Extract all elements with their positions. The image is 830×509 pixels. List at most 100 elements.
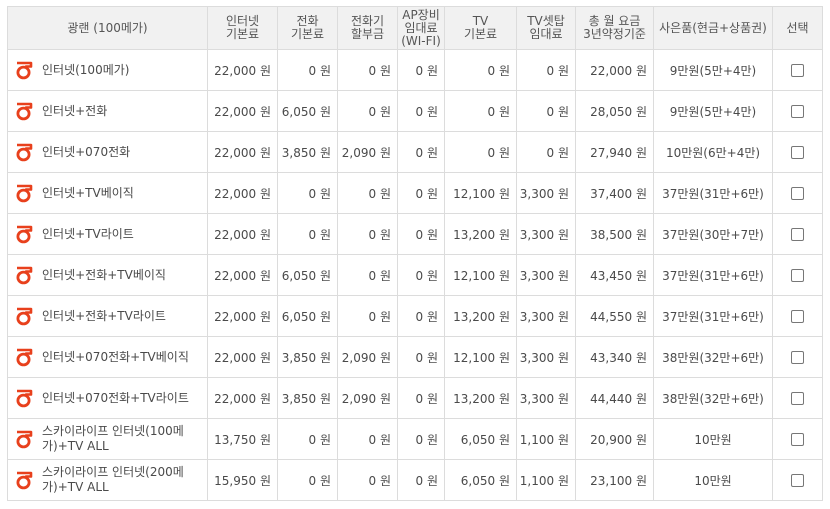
internet-fee-cell: 22,000 원 bbox=[207, 172, 278, 214]
table-row: 인터넷+전화+TV라이트 22,000 원 6,050 원0 원0 원 13,200 … bbox=[7, 295, 823, 337]
tv-fee-cell: 12,100 원 bbox=[444, 172, 517, 214]
internet-fee-cell: 22,000 원 bbox=[207, 131, 278, 173]
plan-name: 스카이라이프 인터넷(100메가)+TV ALL bbox=[42, 424, 184, 453]
plan-name: 인터넷+070전화+TV베이직 bbox=[42, 349, 189, 364]
olleh-logo-icon bbox=[14, 101, 34, 121]
phone-device-fee-cell: 0 원 bbox=[337, 418, 398, 460]
olleh-logo-icon bbox=[14, 60, 34, 80]
tv-fee-cell: 12,100 원 bbox=[444, 254, 517, 296]
select-checkbox[interactable] bbox=[791, 474, 804, 487]
total-fee-cell: 43,340 원 bbox=[575, 336, 654, 378]
plan-name-cell: 인터넷+TV베이직 bbox=[7, 172, 208, 214]
phone-device-fee-cell: 0 원 bbox=[337, 172, 398, 214]
select-checkbox[interactable] bbox=[791, 64, 804, 77]
table-row: 스카이라이프 인터넷(100메가)+TV ALL 13,750 원0 원0 원0 … bbox=[7, 418, 823, 460]
olleh-logo-icon bbox=[16, 143, 33, 162]
select-checkbox[interactable] bbox=[791, 433, 804, 446]
olleh-logo-icon bbox=[16, 184, 33, 203]
ap-fee-cell: 0 원 bbox=[397, 213, 445, 255]
col-header-phone: 전화 기본료 bbox=[277, 6, 338, 50]
plan-name-cell: 인터넷+070전화+TV라이트 bbox=[7, 377, 208, 419]
select-cell bbox=[772, 418, 823, 460]
olleh-logo-icon bbox=[16, 389, 33, 408]
ap-fee-cell: 0 원 bbox=[397, 49, 445, 91]
plan-name-cell: 스카이라이프 인터넷(200메가)+TV ALL bbox=[7, 459, 208, 501]
table-row: 인터넷(100메가) 22,000 원0 원0 원0 원0 원0 원 22,000 … bbox=[7, 49, 823, 91]
total-fee-cell: 37,400 원 bbox=[575, 172, 654, 214]
settop-fee-cell: 0 원 bbox=[516, 90, 576, 132]
olleh-logo-icon bbox=[14, 265, 34, 285]
select-checkbox[interactable] bbox=[791, 392, 804, 405]
settop-fee-cell: 1,100 원 bbox=[516, 459, 576, 501]
olleh-logo-icon bbox=[16, 225, 33, 244]
select-checkbox[interactable] bbox=[791, 187, 804, 200]
plan-comparison-table: 광랜 (100메가) 인터넷 기본료 전화 기본료 전화기 할부금 AP장비 임대료 (W… bbox=[7, 6, 823, 501]
plan-name-cell: 인터넷+070전화 bbox=[7, 131, 208, 173]
ap-fee-cell: 0 원 bbox=[397, 172, 445, 214]
select-cell bbox=[772, 459, 823, 501]
internet-fee-cell: 22,000 원 bbox=[207, 295, 278, 337]
table-row: 인터넷+TV라이트 22,000 원0 원0 원0 원 13,200 원 3,300 … bbox=[7, 213, 823, 255]
olleh-logo-icon bbox=[14, 142, 34, 162]
olleh-logo-icon bbox=[16, 266, 33, 285]
ap-fee-cell: 0 원 bbox=[397, 295, 445, 337]
gift-cell: 37만원(31만+6만) bbox=[653, 254, 773, 296]
gift-cell: 38만원(32만+6만) bbox=[653, 336, 773, 378]
select-checkbox[interactable] bbox=[791, 269, 804, 282]
select-checkbox[interactable] bbox=[791, 351, 804, 364]
tv-fee-cell: 13,200 원 bbox=[444, 377, 517, 419]
olleh-logo-icon bbox=[16, 430, 33, 449]
internet-fee-cell: 22,000 원 bbox=[207, 213, 278, 255]
settop-fee-cell: 3,300 원 bbox=[516, 295, 576, 337]
internet-fee-cell: 15,950 원 bbox=[207, 459, 278, 501]
phone-fee-cell: 0 원 bbox=[277, 49, 338, 91]
olleh-logo-icon bbox=[16, 471, 33, 490]
gift-cell: 10만원 bbox=[653, 418, 773, 460]
total-fee-cell: 22,000 원 bbox=[575, 49, 654, 91]
gift-cell: 37만원(31만+6만) bbox=[653, 295, 773, 337]
ap-fee-cell: 0 원 bbox=[397, 377, 445, 419]
tv-fee-cell: 6,050 원 bbox=[444, 418, 517, 460]
gift-cell: 9만원(5만+4만) bbox=[653, 49, 773, 91]
olleh-logo-icon bbox=[14, 347, 34, 367]
tv-fee-cell: 13,200 원 bbox=[444, 295, 517, 337]
select-checkbox[interactable] bbox=[791, 228, 804, 241]
select-cell bbox=[772, 336, 823, 378]
select-cell bbox=[772, 131, 823, 173]
settop-fee-cell: 3,300 원 bbox=[516, 254, 576, 296]
table-row: 인터넷+070전화+TV베이직 22,000 원 3,850 원 2,090 원0 원… bbox=[7, 336, 823, 378]
phone-fee-cell: 6,050 원 bbox=[277, 295, 338, 337]
phone-device-fee-cell: 0 원 bbox=[337, 459, 398, 501]
gift-cell: 10만원 bbox=[653, 459, 773, 501]
plan-name-cell: 인터넷(100메가) bbox=[7, 49, 208, 91]
col-header-internet: 인터넷 기본료 bbox=[207, 6, 278, 50]
tv-fee-cell: 13,200 원 bbox=[444, 213, 517, 255]
ap-fee-cell: 0 원 bbox=[397, 90, 445, 132]
phone-fee-cell: 3,850 원 bbox=[277, 377, 338, 419]
table-row: 인터넷+TV베이직 22,000 원0 원0 원0 원 12,100 원 3,300 … bbox=[7, 172, 823, 214]
ap-fee-cell: 0 원 bbox=[397, 336, 445, 378]
olleh-logo-icon bbox=[16, 102, 33, 121]
phone-fee-cell: 0 원 bbox=[277, 418, 338, 460]
select-checkbox[interactable] bbox=[791, 146, 804, 159]
phone-fee-cell: 6,050 원 bbox=[277, 254, 338, 296]
select-checkbox[interactable] bbox=[791, 310, 804, 323]
plan-name: 인터넷+TV라이트 bbox=[42, 226, 134, 241]
olleh-logo-icon bbox=[14, 388, 34, 408]
settop-fee-cell: 3,300 원 bbox=[516, 336, 576, 378]
plan-name-cell: 인터넷+070전화+TV베이직 bbox=[7, 336, 208, 378]
select-checkbox[interactable] bbox=[791, 105, 804, 118]
plan-name: 인터넷(100메가) bbox=[42, 62, 130, 77]
internet-fee-cell: 22,000 원 bbox=[207, 254, 278, 296]
phone-fee-cell: 0 원 bbox=[277, 459, 338, 501]
ap-fee-cell: 0 원 bbox=[397, 131, 445, 173]
col-header-settop: TV셋탑 임대료 bbox=[516, 6, 576, 50]
total-fee-cell: 38,500 원 bbox=[575, 213, 654, 255]
settop-fee-cell: 3,300 원 bbox=[516, 172, 576, 214]
internet-fee-cell: 22,000 원 bbox=[207, 49, 278, 91]
phone-device-fee-cell: 0 원 bbox=[337, 49, 398, 91]
tv-fee-cell: 0 원 bbox=[444, 131, 517, 173]
plan-name: 인터넷+070전화 bbox=[42, 144, 131, 159]
plan-name: 인터넷+전화 bbox=[42, 103, 108, 118]
tv-fee-cell: 0 원 bbox=[444, 90, 517, 132]
